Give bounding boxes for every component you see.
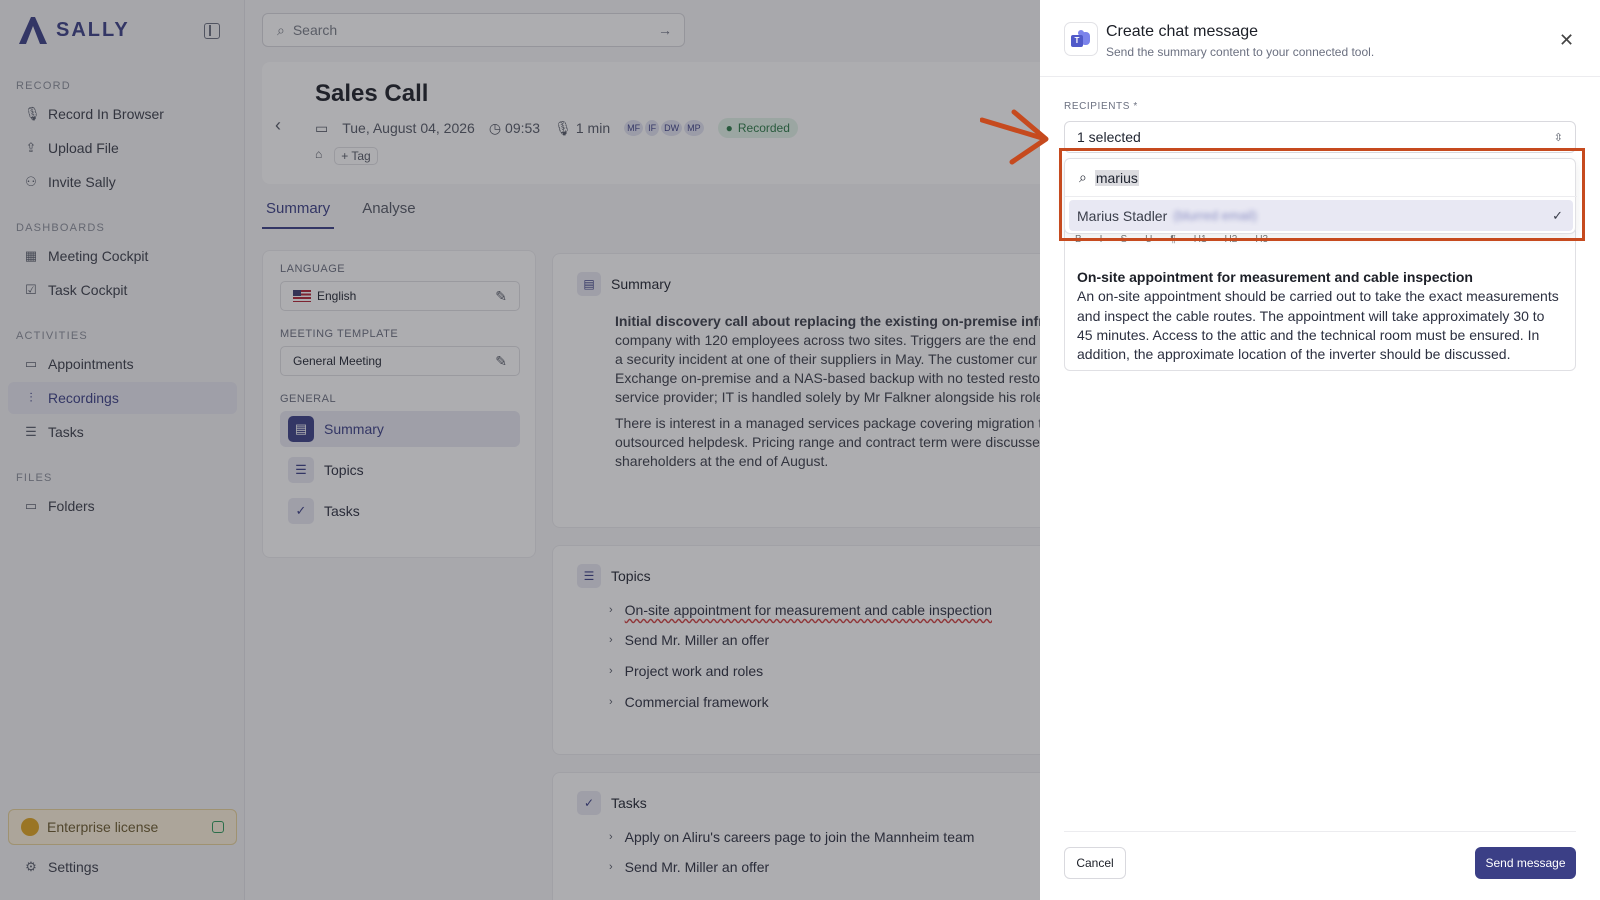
send-message-button[interactable]: Send message [1475, 847, 1576, 879]
teams-icon: T [1064, 22, 1098, 56]
chevron-updown-icon: ⇳ [1553, 131, 1563, 144]
annotation-arrow-icon [980, 109, 1049, 165]
message-heading: On-site appointment for measurement and … [1077, 269, 1473, 285]
close-icon[interactable]: ✕ [1559, 30, 1574, 51]
annotation-highlight-box [1059, 148, 1585, 241]
message-body[interactable]: On-site appointment for measurement and … [1077, 268, 1565, 364]
create-chat-message-dialog: T Create chat message Send the summary c… [1040, 0, 1600, 900]
divider [1040, 76, 1600, 77]
divider [1064, 831, 1576, 832]
message-editor[interactable]: B I S U ¶ H1 H2 H3 On-site appointment f… [1064, 225, 1576, 371]
message-line: An on-site appointment should be carried… [1077, 288, 1559, 305]
modal-backdrop[interactable] [0, 0, 1040, 900]
message-line: addition, the approximate location of th… [1077, 346, 1511, 363]
cancel-button[interactable]: Cancel [1064, 847, 1126, 879]
dialog-subtitle: Send the summary content to your connect… [1106, 45, 1375, 59]
message-line: 45 minutes. Access to the attic and the … [1077, 326, 1540, 343]
message-line: and inspect the cable routes. The appoin… [1077, 307, 1545, 324]
recipients-label: RECIPIENTS * [1064, 101, 1138, 112]
dialog-title: Create chat message [1106, 23, 1259, 40]
